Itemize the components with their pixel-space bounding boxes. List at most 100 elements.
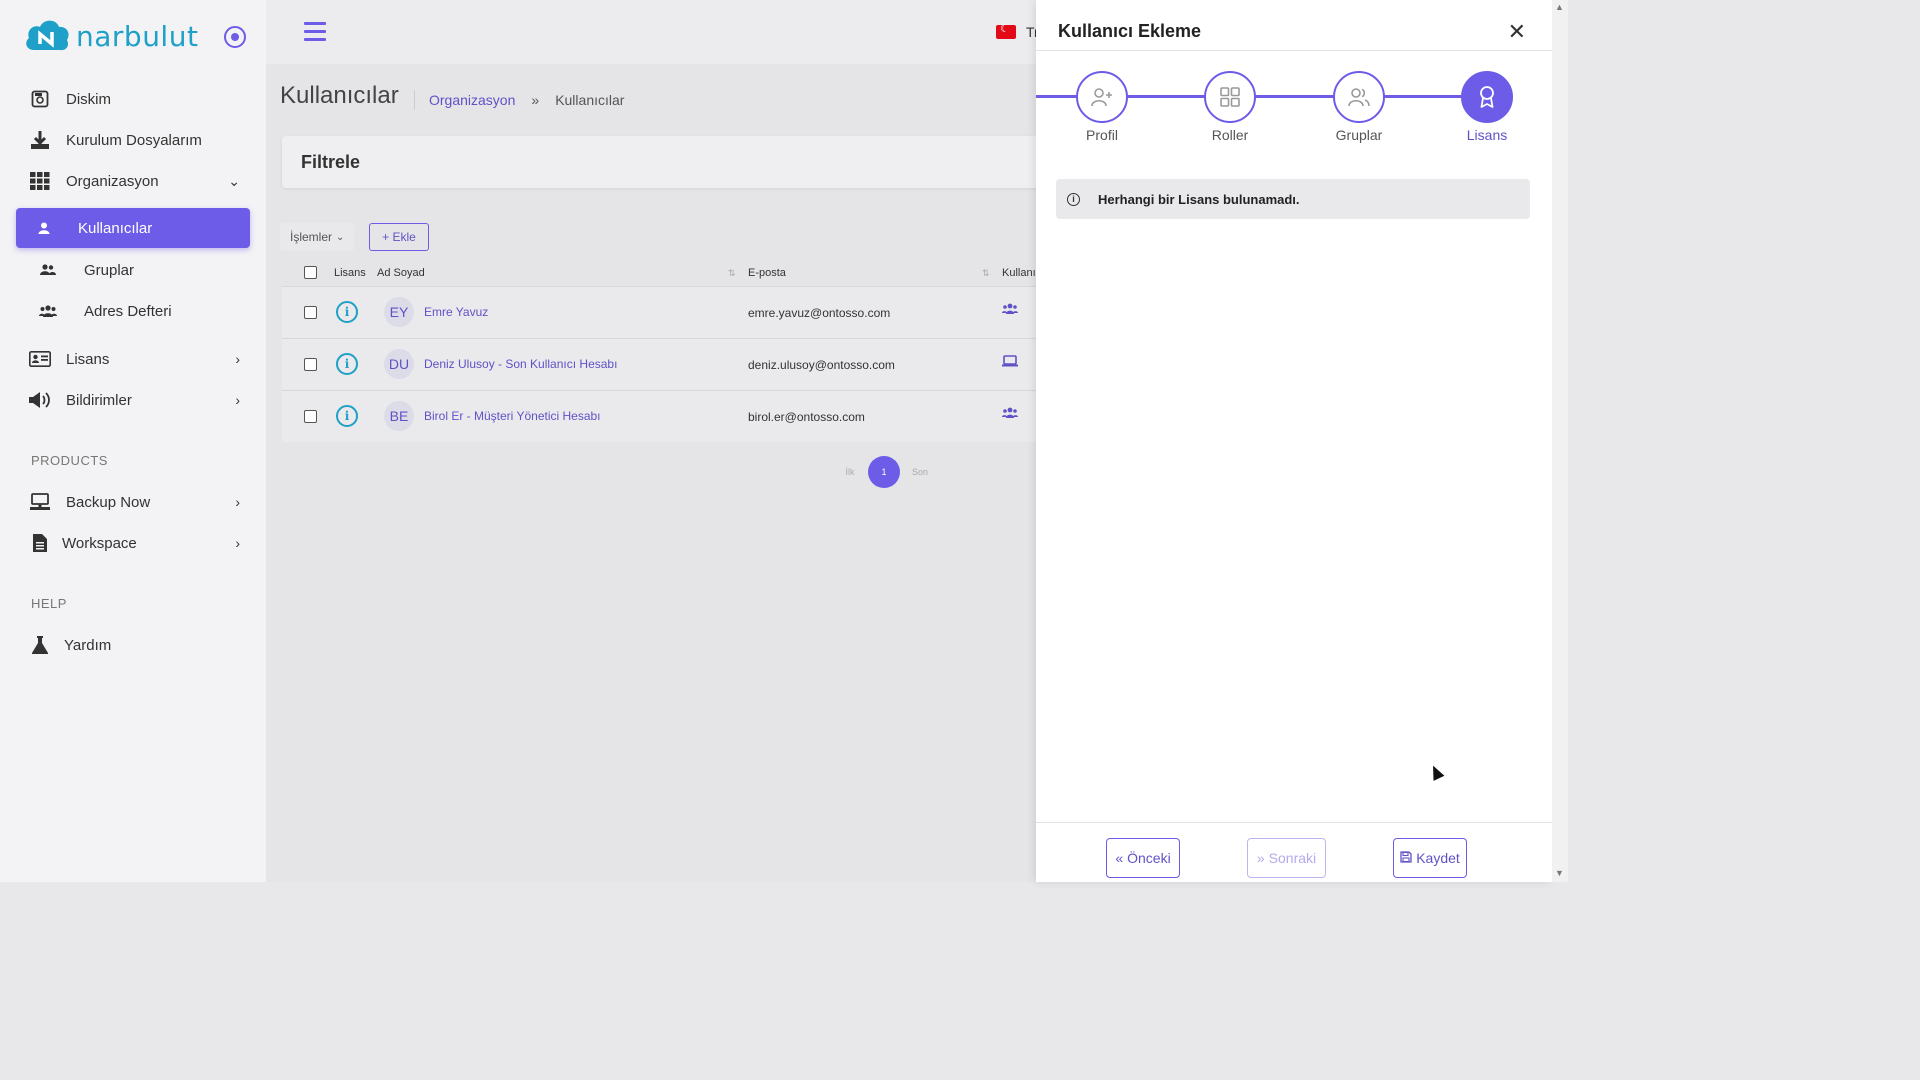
user-email: emre.yavuz@ontosso.com (748, 306, 891, 320)
row-checkbox[interactable] (304, 306, 317, 319)
step-label: Roller (1211, 127, 1249, 143)
document-icon (28, 533, 52, 553)
sidebar-item-adres-defteri[interactable]: Adres Defteri (16, 291, 250, 331)
sidebar-item-label: Bildirimler (66, 391, 132, 409)
double-chevron-left-icon: « (1115, 850, 1124, 866)
sidebar-item-diskim[interactable]: Diskim (16, 79, 250, 119)
column-header-email[interactable]: E-posta (748, 267, 786, 279)
prev-button[interactable]: « Önceki (1106, 838, 1180, 878)
column-header-license: Lisans (334, 267, 366, 279)
sidebar-item-label: Kurulum Dosyalarım (66, 131, 202, 149)
avatar: DU (384, 349, 414, 379)
sidebar-item-kullanicilar[interactable]: Kullanıcılar (16, 208, 250, 248)
select-all-checkbox[interactable] (304, 266, 317, 279)
download-icon (28, 130, 52, 150)
breadcrumb: Organizasyon » Kullanıcılar (414, 90, 624, 110)
section-title-products: PRODUCTS (31, 453, 108, 468)
sidebar-item-bildirimler[interactable]: Bildirimler › (16, 380, 250, 420)
step-label: Gruplar (1335, 127, 1383, 143)
user-name-link[interactable]: Deniz Ulusoy - Son Kullanıcı Hesabı (424, 357, 617, 371)
sidebar-item-yardim[interactable]: Yardım (16, 625, 250, 665)
save-button[interactable]: Kaydet (1393, 838, 1467, 878)
filter-title: Filtrele (301, 152, 361, 172)
page-last[interactable]: Son (906, 456, 934, 488)
info-icon: i (1067, 192, 1080, 206)
column-header-name[interactable]: Ad Soyad (377, 267, 425, 279)
sidebar-item-label: Workspace (62, 534, 137, 552)
alert-text: Herhangi bir Lisans bulunamadı. (1098, 191, 1300, 207)
table-row[interactable]: i EY Emre Yavuz emre.yavuz@ontosso.com (282, 286, 1042, 338)
actions-dropdown[interactable]: İşlemler ⌄ (280, 223, 355, 251)
grid-icon (1204, 71, 1256, 123)
sidebar-item-organizasyon[interactable]: Organizasyon ⌄ (16, 161, 250, 201)
breadcrumb-organizasyon[interactable]: Organizasyon (429, 92, 515, 108)
chevron-down-icon: ⌄ (228, 172, 240, 189)
chevron-down-icon: ⌄ (336, 231, 345, 243)
pagination: İlk 1 Son (838, 456, 934, 488)
row-checkbox[interactable] (304, 410, 317, 423)
info-icon[interactable]: i (336, 353, 358, 375)
filter-card[interactable]: Filtrele (282, 136, 1042, 188)
address-book-icon (36, 305, 60, 317)
step-lisans[interactable]: Lisans (1461, 71, 1513, 143)
topbar: Tr (266, 0, 1039, 64)
turkey-flag-icon[interactable] (996, 22, 1016, 39)
computer-icon (28, 493, 52, 511)
no-license-alert: i Herhangi bir Lisans bulunamadı. (1056, 179, 1530, 219)
column-header-user[interactable]: Kullanı (1002, 267, 1036, 279)
hamburger-menu-icon[interactable] (304, 22, 326, 42)
scroll-down-icon[interactable]: ▼ (1555, 868, 1564, 878)
scroll-up-icon[interactable]: ▲ (1555, 2, 1564, 12)
target-icon[interactable] (224, 26, 246, 48)
row-checkbox[interactable] (304, 358, 317, 371)
prev-label: Önceki (1127, 850, 1171, 866)
laptop-icon (1002, 355, 1018, 370)
table-row[interactable]: i BE Birol Er - Müşteri Yönetici Hesabı … (282, 390, 1042, 442)
sidebar-item-kurulum[interactable]: Kurulum Dosyalarım (16, 120, 250, 160)
step-roller[interactable]: Roller (1204, 71, 1256, 143)
scrollbar[interactable]: ▲ ▼ (1552, 0, 1568, 882)
next-label: Sonraki (1268, 850, 1317, 866)
user-name-link[interactable]: Emre Yavuz (424, 305, 488, 319)
sidebar-item-label: Lisans (66, 350, 110, 368)
page-first[interactable]: İlk (838, 456, 862, 488)
sort-icon[interactable]: ⇅ (728, 268, 736, 279)
sidebar-item-backup-now[interactable]: Backup Now › (16, 482, 250, 522)
breadcrumb-separator: » (531, 92, 540, 108)
step-gruplar[interactable]: Gruplar (1333, 71, 1385, 143)
table-header: Lisans Ad Soyad ⇅ E-posta ⇅ Kullanı (282, 260, 1042, 286)
save-icon (1400, 850, 1412, 866)
logo[interactable]: narbulut (22, 14, 198, 58)
disk-icon (28, 90, 52, 108)
section-title-help: HELP (31, 596, 67, 611)
add-user-button[interactable]: + Ekle (369, 223, 429, 251)
users-icon (1002, 303, 1018, 318)
sidebar-item-label: Backup Now (66, 493, 151, 511)
page-title: Kullanıcılar (280, 82, 399, 109)
page-current[interactable]: 1 (868, 456, 900, 488)
close-icon[interactable]: ✕ (1508, 21, 1526, 43)
next-button[interactable]: » Sonraki (1247, 838, 1326, 878)
sidebar-item-gruplar[interactable]: Gruplar (16, 250, 250, 290)
users-icon (36, 264, 60, 276)
info-icon[interactable]: i (336, 301, 358, 323)
sort-icon[interactable]: ⇅ (982, 268, 990, 279)
user-name-link[interactable]: Birol Er - Müşteri Yönetici Hesabı (424, 409, 601, 423)
chevron-right-icon: › (235, 535, 240, 551)
save-label: Kaydet (1416, 850, 1460, 866)
user-email: birol.er@ontosso.com (748, 410, 865, 424)
step-profil[interactable]: Profil (1076, 71, 1128, 143)
sidebar-item-workspace[interactable]: Workspace › (16, 523, 250, 563)
panel-title: Kullanıcı Ekleme (1058, 21, 1202, 41)
cloud-logo-icon (26, 20, 69, 51)
sidebar-item-label: Gruplar (84, 261, 135, 279)
sidebar-item-label: Adres Defteri (84, 302, 172, 320)
sidebar-item-lisans[interactable]: Lisans › (16, 339, 250, 379)
users-icon (1333, 71, 1385, 123)
brand-name: narbulut (76, 19, 199, 53)
avatar: BE (384, 401, 414, 431)
chevron-right-icon: › (235, 351, 240, 367)
info-icon[interactable]: i (336, 405, 358, 427)
table-row[interactable]: i DU Deniz Ulusoy - Son Kullanıcı Hesabı… (282, 338, 1042, 390)
flask-icon (28, 635, 52, 655)
